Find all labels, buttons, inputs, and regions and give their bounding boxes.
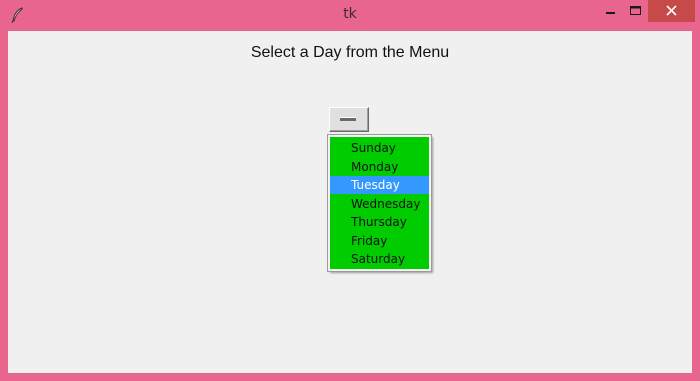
menu-item-wednesday[interactable]: Wednesday	[330, 195, 429, 213]
page-title: Select a Day from the Menu	[250, 44, 450, 61]
window-title: tk	[343, 6, 357, 22]
menu-item-sunday[interactable]: Sunday	[330, 139, 429, 157]
window-client-area: Select a Day from the Menu Sunday Monday…	[8, 31, 692, 373]
menu-item-saturday[interactable]: Saturday	[330, 250, 429, 268]
day-menubutton[interactable]	[329, 107, 369, 132]
close-button[interactable]	[648, 0, 695, 22]
menu-item-tuesday[interactable]: Tuesday	[330, 176, 429, 194]
menu-item-friday[interactable]: Friday	[330, 232, 429, 250]
title-bar[interactable]: tk	[0, 0, 700, 31]
maximize-button[interactable]	[621, 0, 650, 24]
app-window: tk Select a Day from the Menu Sunday Mon…	[0, 0, 700, 381]
day-dropdown-menu: Sunday Monday Tuesday Wednesday Thursday…	[327, 134, 432, 272]
close-icon	[666, 5, 677, 16]
dropdown-indicator-icon	[340, 117, 356, 121]
menu-item-monday[interactable]: Monday	[330, 158, 429, 176]
menu-item-thursday[interactable]: Thursday	[330, 213, 429, 231]
maximize-icon	[630, 6, 641, 15]
